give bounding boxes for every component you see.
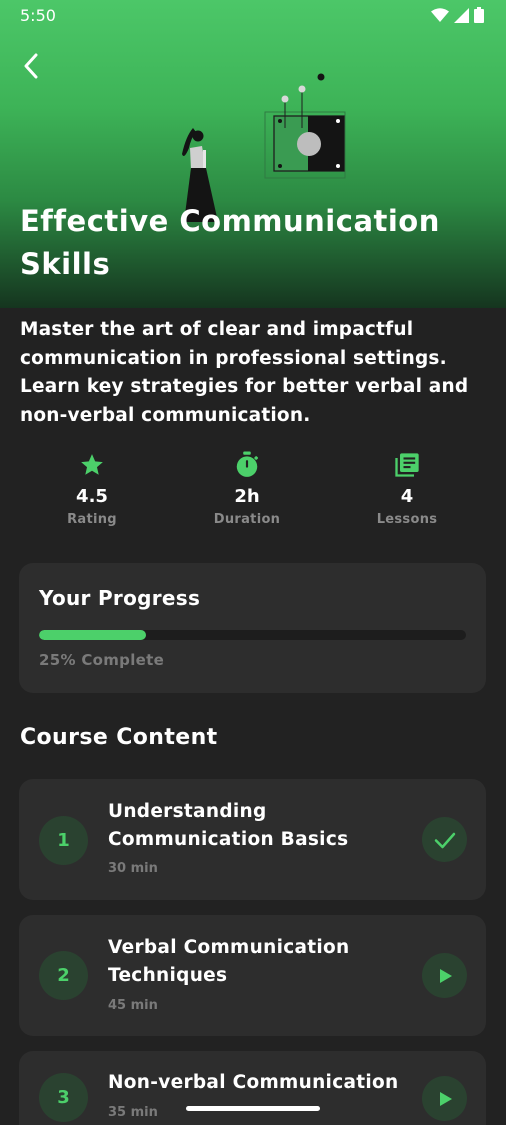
lesson-completed-button[interactable] bbox=[422, 817, 467, 862]
lesson-card[interactable]: 1 Understanding Communication Basics 30 … bbox=[19, 779, 486, 900]
status-bar: 5:50 bbox=[0, 0, 506, 30]
status-icons bbox=[431, 7, 484, 23]
home-indicator[interactable] bbox=[186, 1106, 320, 1111]
stat-label: Duration bbox=[213, 512, 281, 527]
play-icon bbox=[439, 968, 452, 983]
check-icon bbox=[434, 832, 455, 848]
status-time: 5:50 bbox=[20, 5, 56, 25]
cellular-signal-icon bbox=[454, 7, 469, 23]
progress-card: Your Progress 25% Complete bbox=[19, 563, 486, 693]
course-title: Effective Communication Skills bbox=[20, 204, 440, 281]
progress-label: 25% Complete bbox=[39, 651, 165, 669]
course-hero: 5:50 Effective Communication Skills bbox=[0, 0, 506, 308]
library-books-icon bbox=[395, 453, 419, 477]
lesson-play-button[interactable] bbox=[422, 1076, 467, 1121]
lesson-duration: 30 min bbox=[108, 861, 158, 876]
stat-rating: 4.5 Rating bbox=[22, 448, 162, 527]
stat-label: Rating bbox=[67, 512, 117, 527]
course-description: Master the art of clear and impactful co… bbox=[20, 319, 469, 426]
wifi-icon bbox=[431, 7, 449, 22]
lesson-title: Understanding Communication Basics bbox=[108, 801, 349, 850]
stat-label: Lessons bbox=[376, 512, 438, 527]
lesson-duration: 35 min bbox=[108, 1105, 158, 1120]
back-button[interactable] bbox=[14, 48, 48, 84]
progress-bar bbox=[39, 630, 466, 640]
lesson-duration: 45 min bbox=[108, 998, 158, 1013]
stat-value: 4 bbox=[400, 486, 414, 507]
course-stats: 4.5 Rating 2h Duration 4 Lessons bbox=[12, 448, 494, 538]
lesson-title: Verbal Communication Techniques bbox=[108, 937, 350, 986]
play-icon bbox=[439, 1091, 452, 1106]
lesson-card[interactable]: 2 Verbal Communication Techniques 45 min bbox=[19, 915, 486, 1036]
lesson-number-badge: 1 bbox=[39, 816, 88, 865]
progress-bar-fill bbox=[39, 630, 146, 640]
lesson-number-badge: 3 bbox=[39, 1073, 88, 1122]
stat-lessons: 4 Lessons bbox=[337, 448, 477, 527]
stat-duration: 2h Duration bbox=[177, 448, 317, 527]
stat-value: 4.5 bbox=[76, 486, 108, 507]
stopwatch-icon bbox=[236, 451, 258, 477]
star-icon bbox=[81, 454, 103, 475]
course-content-heading: Course Content bbox=[20, 725, 218, 750]
lesson-card[interactable]: 3 Non-verbal Communication 35 min bbox=[19, 1051, 486, 1125]
lesson-number-badge: 2 bbox=[39, 951, 88, 1000]
lesson-play-button[interactable] bbox=[422, 953, 467, 998]
stat-value: 2h bbox=[234, 486, 260, 507]
progress-title: Your Progress bbox=[39, 586, 201, 610]
lesson-title: Non-verbal Communication bbox=[108, 1072, 399, 1093]
battery-icon bbox=[474, 7, 484, 23]
chevron-left-icon bbox=[24, 53, 38, 79]
